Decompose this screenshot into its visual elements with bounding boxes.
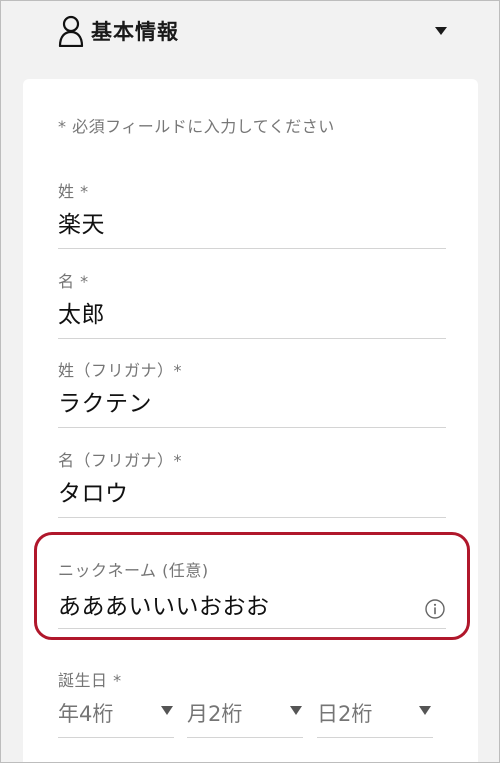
nickname-label: ニックネーム (任意) [58,561,209,580]
user-icon [58,15,84,47]
last-name-input[interactable]: 楽天 [58,205,105,239]
last-name-kana-underline [58,427,446,428]
last-name-label: 姓 * [58,182,89,201]
first-name-kana-underline [58,517,446,518]
info-icon[interactable] [425,599,445,619]
first-name-input[interactable]: 太郎 [58,295,105,329]
birth-month-underline [187,737,303,738]
required-fields-note: * 必須フィールドに入力してください [58,117,335,136]
birth-day-select[interactable]: 日2桁 [317,694,435,738]
first-name-kana-label: 名（フリガナ）* [58,451,183,470]
triangle-down-icon[interactable] [435,27,447,35]
first-name-field[interactable]: 名 * 太郎 [58,268,446,340]
last-name-field[interactable]: 姓 * 楽天 [58,178,446,250]
first-name-kana-input[interactable]: タロウ [58,474,129,508]
chevron-down-icon [161,706,173,715]
birth-month-select[interactable]: 月2桁 [187,694,305,738]
birth-day-underline [317,737,433,738]
last-name-underline [58,248,446,249]
page-frame: 基本情報 * 必須フィールドに入力してください 姓 * 楽天 名 * 太郎 姓（… [0,0,500,763]
first-name-underline [58,338,446,339]
first-name-kana-field[interactable]: 名（フリガナ）* タロウ [58,447,446,519]
basic-info-section-header[interactable]: 基本情報 [1,1,499,61]
last-name-kana-field[interactable]: 姓（フリガナ）* ラクテン [58,357,446,429]
birthday-label: 誕生日 * [58,671,122,690]
last-name-kana-input[interactable]: ラクテン [58,384,152,418]
chevron-down-icon [419,706,431,715]
chevron-down-icon [290,706,302,715]
nickname-underline [58,628,446,629]
birth-year-placeholder: 年4桁 [58,702,114,726]
nickname-field[interactable]: ニックネーム (任意) あああいいいおおお [58,557,446,631]
last-name-kana-label: 姓（フリガナ）* [58,361,183,380]
first-name-label: 名 * [58,272,89,291]
nickname-input[interactable]: あああいいいおおお [58,587,270,621]
birth-day-placeholder: 日2桁 [317,702,373,726]
birth-year-underline [58,737,174,738]
birth-month-placeholder: 月2桁 [187,702,243,726]
birth-year-select[interactable]: 年4桁 [58,694,176,738]
section-title: 基本情報 [91,20,179,44]
